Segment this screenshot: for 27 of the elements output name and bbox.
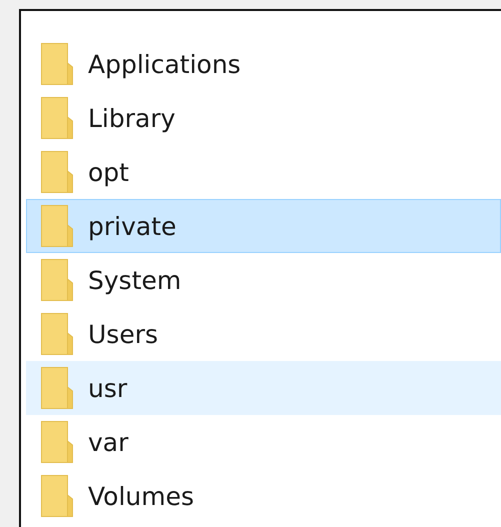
folder-item[interactable]: var bbox=[26, 415, 501, 469]
folder-icon bbox=[41, 475, 73, 517]
folder-name: System bbox=[88, 266, 182, 294]
folder-icon bbox=[41, 97, 73, 139]
folder-icon bbox=[41, 151, 73, 193]
folder-name: private bbox=[88, 212, 176, 240]
folder-item[interactable]: private bbox=[26, 199, 501, 253]
folder-icon bbox=[41, 205, 73, 247]
folder-icon bbox=[41, 259, 73, 301]
folder-name: Volumes bbox=[88, 482, 194, 510]
folder-item[interactable]: Applications bbox=[26, 37, 501, 91]
folder-name: Library bbox=[88, 104, 176, 132]
folder-item[interactable]: opt bbox=[26, 145, 501, 199]
folder-name: usr bbox=[88, 374, 128, 402]
folder-icon bbox=[41, 313, 73, 355]
folder-name: Users bbox=[88, 320, 158, 348]
folder-item[interactable]: usr bbox=[26, 361, 501, 415]
folder-icon bbox=[41, 43, 73, 85]
folder-name: Applications bbox=[88, 50, 241, 78]
folder-icon bbox=[41, 421, 73, 463]
folder-icon bbox=[41, 367, 73, 409]
folder-item[interactable]: Users bbox=[26, 307, 501, 361]
folder-name: opt bbox=[88, 158, 129, 186]
folder-item[interactable]: Library bbox=[26, 91, 501, 145]
folder-item[interactable]: Volumes bbox=[26, 469, 501, 523]
folder-name: var bbox=[88, 428, 128, 456]
folder-item[interactable]: System bbox=[26, 253, 501, 307]
